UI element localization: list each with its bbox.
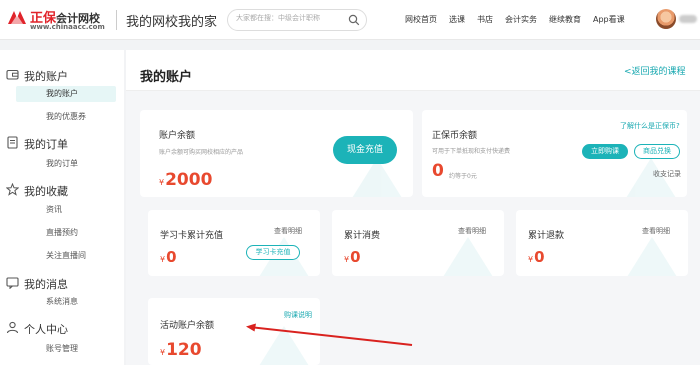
study-card-recharge-button[interactable]: 学习卡充值 [246, 245, 300, 260]
coin-records-link[interactable]: 收支记录 [653, 169, 681, 179]
coin-desc: 可用于下单抵现和支付快递费 [432, 148, 511, 155]
currency-symbol: ¥ [160, 348, 166, 357]
main-panel: 我的账户 <返回我的课程 账户余额 账户余额可购买网校相应的产品 ¥2000 现… [126, 50, 700, 365]
star-icon [6, 183, 19, 196]
buy-course-button[interactable]: 立即购课 [582, 144, 628, 159]
nav-accounting-practice[interactable]: 会计实务 [505, 14, 537, 25]
username-blurred[interactable] [679, 15, 697, 23]
search-input[interactable] [236, 14, 348, 22]
study-card-label: 学习卡累计充值 [160, 231, 224, 241]
coin-equivalent: 约等于0元 [449, 173, 477, 180]
message-icon [6, 277, 19, 289]
page-title: 我的账户 [140, 70, 193, 85]
refund-label: 累计退款 [528, 231, 565, 241]
sidebar-item-system-messages[interactable]: 系统消息 [16, 294, 116, 310]
consume-label: 累计消费 [344, 231, 381, 241]
sidebar-group-favorites[interactable]: 我的收藏 [24, 183, 68, 199]
study-card-card: 学习卡累计充值 查看明细 ¥0 学习卡充值 [148, 210, 320, 276]
wallet-icon [6, 69, 19, 80]
refund-value: 0 [534, 248, 545, 266]
consume-amount: ¥0 [344, 248, 361, 266]
nav-continuing-education[interactable]: 继续教育 [549, 14, 581, 25]
watermark-icon [627, 237, 677, 276]
sidebar-group-orders[interactable]: 我的订单 [24, 136, 68, 152]
logo-url: www.chinaacc.com [30, 23, 105, 31]
header-divider [116, 10, 117, 30]
sidebar-item-coupons[interactable]: 我的优惠券 [16, 109, 116, 125]
cash-recharge-button[interactable]: 现金充值 [333, 136, 397, 164]
exchange-goods-button[interactable]: 商品兑换 [634, 144, 680, 159]
study-card-amount: ¥0 [160, 248, 177, 266]
logo-mark-icon [8, 11, 26, 24]
activity-label: 活动账户余额 [160, 321, 215, 331]
coin-label: 正保币余额 [432, 131, 478, 141]
nav-home[interactable]: 网校首页 [405, 14, 437, 25]
study-card-detail-link[interactable]: 查看明细 [274, 226, 302, 236]
balance-amount: ¥2000 [159, 170, 212, 190]
order-icon [7, 136, 18, 149]
user-icon [6, 321, 19, 334]
study-card-value: 0 [166, 248, 177, 266]
nav-app[interactable]: App看课 [593, 14, 625, 25]
balance-card: 账户余额 账户余额可购买网校相应的产品 ¥2000 现金充值 [140, 110, 413, 197]
sidebar-item-live-reservation[interactable]: 直播预约 [16, 225, 116, 241]
activity-purchase-info-link[interactable]: 购课说明 [284, 310, 312, 320]
top-nav: 网校首页 选课 书店 会计实务 继续教育 App看课 [405, 14, 637, 25]
back-to-courses-link[interactable]: <返回我的课程 [624, 64, 686, 77]
refund-card: 累计退款 查看明细 ¥0 [516, 210, 688, 276]
consume-card: 累计消费 查看明细 ¥0 [332, 210, 504, 276]
sidebar-item-news[interactable]: 资讯 [16, 202, 116, 218]
balance-desc: 账户余额可购买网校相应的产品 [159, 149, 244, 156]
sidebar-item-my-orders[interactable]: 我的订单 [16, 156, 116, 172]
site-title: 我的网校我的家 [126, 15, 218, 30]
watermark-icon [443, 237, 493, 276]
consume-value: 0 [350, 248, 361, 266]
sidebar-item-account-management[interactable]: 账号管理 [16, 341, 116, 357]
sidebar-group-messages[interactable]: 我的消息 [24, 276, 68, 292]
refund-amount: ¥0 [528, 248, 545, 266]
sidebar-item-my-account[interactable]: 我的账户 [16, 86, 116, 102]
sidebar: 我的账户 我的账户 我的优惠券 我的订单 我的订单 我的收藏 资讯 直播预约 关… [0, 50, 124, 365]
avatar[interactable] [656, 9, 676, 29]
currency-symbol: ¥ [528, 255, 534, 264]
currency-symbol: ¥ [344, 255, 350, 264]
currency-symbol: ¥ [159, 178, 165, 187]
activity-amount: ¥120 [160, 340, 202, 360]
activity-value: 120 [166, 340, 202, 360]
sidebar-group-account[interactable]: 我的账户 [24, 68, 68, 84]
nav-courses[interactable]: 选课 [449, 14, 465, 25]
coin-help-link[interactable]: 了解什么是正保币? [620, 121, 680, 131]
sidebar-group-profile[interactable]: 个人中心 [24, 321, 68, 337]
coin-card: 正保币余额 了解什么是正保币? 可用于下单抵现和支付快递费 0 约等于0元 立即… [422, 110, 687, 197]
site-logo[interactable]: 正保会计网校 www.chinaacc.com [6, 6, 112, 34]
top-header: 正保会计网校 www.chinaacc.com 我的网校我的家 网校首页 选课 … [0, 0, 700, 40]
refund-detail-link[interactable]: 查看明细 [642, 226, 670, 236]
currency-symbol: ¥ [160, 255, 166, 264]
sidebar-item-followed-rooms[interactable]: 关注直播间 [16, 248, 116, 264]
consume-detail-link[interactable]: 查看明细 [458, 226, 486, 236]
nav-bookstore[interactable]: 书店 [477, 14, 493, 25]
balance-label: 账户余额 [159, 131, 196, 141]
annotation-arrow-icon [246, 323, 413, 346]
search-box[interactable] [227, 9, 367, 31]
balance-value: 2000 [165, 170, 213, 190]
search-icon[interactable] [348, 14, 360, 26]
coin-amount: 0 [432, 161, 444, 181]
